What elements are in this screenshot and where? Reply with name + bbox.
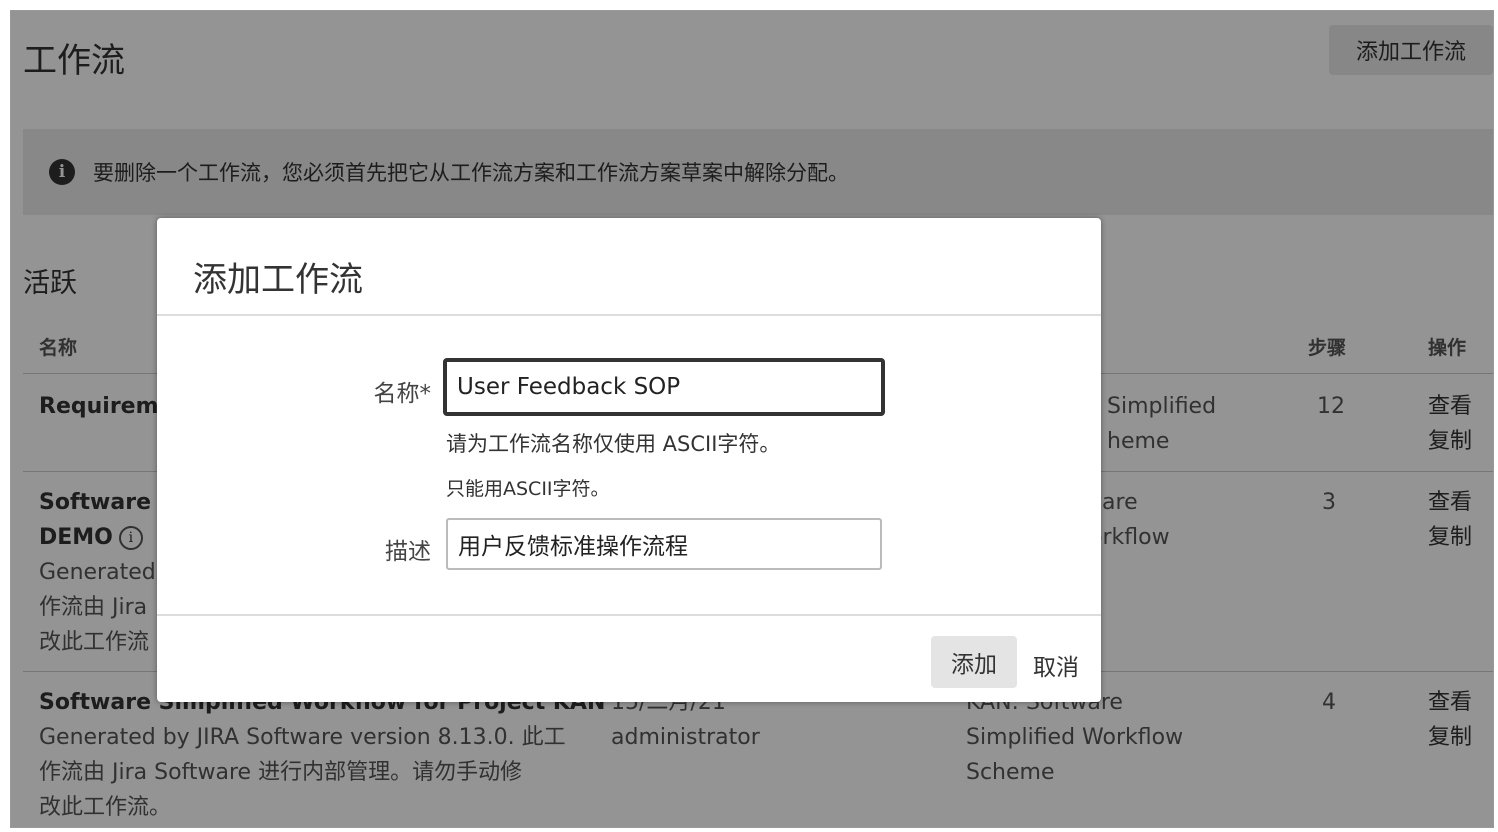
ascii-error: 只能用ASCII字符。 bbox=[446, 478, 610, 500]
description-field[interactable] bbox=[446, 518, 882, 570]
dialog-footer: 添加 取消 bbox=[157, 614, 1101, 704]
jira-workflows-page: 工作流 添加工作流 i 要删除一个工作流，您必须首先把它从工作流方案和工作流方案… bbox=[10, 10, 1494, 828]
add-workflow-dialog: 添加工作流 名称* 请为工作流名称仅使用 ASCII字符。 只能用ASCII字符… bbox=[157, 218, 1101, 702]
cancel-link[interactable]: 取消 bbox=[1033, 648, 1079, 682]
dialog-title: 添加工作流 bbox=[193, 260, 363, 300]
description-field-label: 描述 bbox=[385, 539, 431, 565]
add-button[interactable]: 添加 bbox=[931, 636, 1017, 688]
name-field[interactable] bbox=[443, 358, 885, 416]
dialog-header: 添加工作流 bbox=[157, 218, 1101, 316]
ascii-hint: 请为工作流名称仅使用 ASCII字符。 bbox=[446, 432, 781, 456]
name-field-label: 名称* bbox=[373, 381, 432, 407]
